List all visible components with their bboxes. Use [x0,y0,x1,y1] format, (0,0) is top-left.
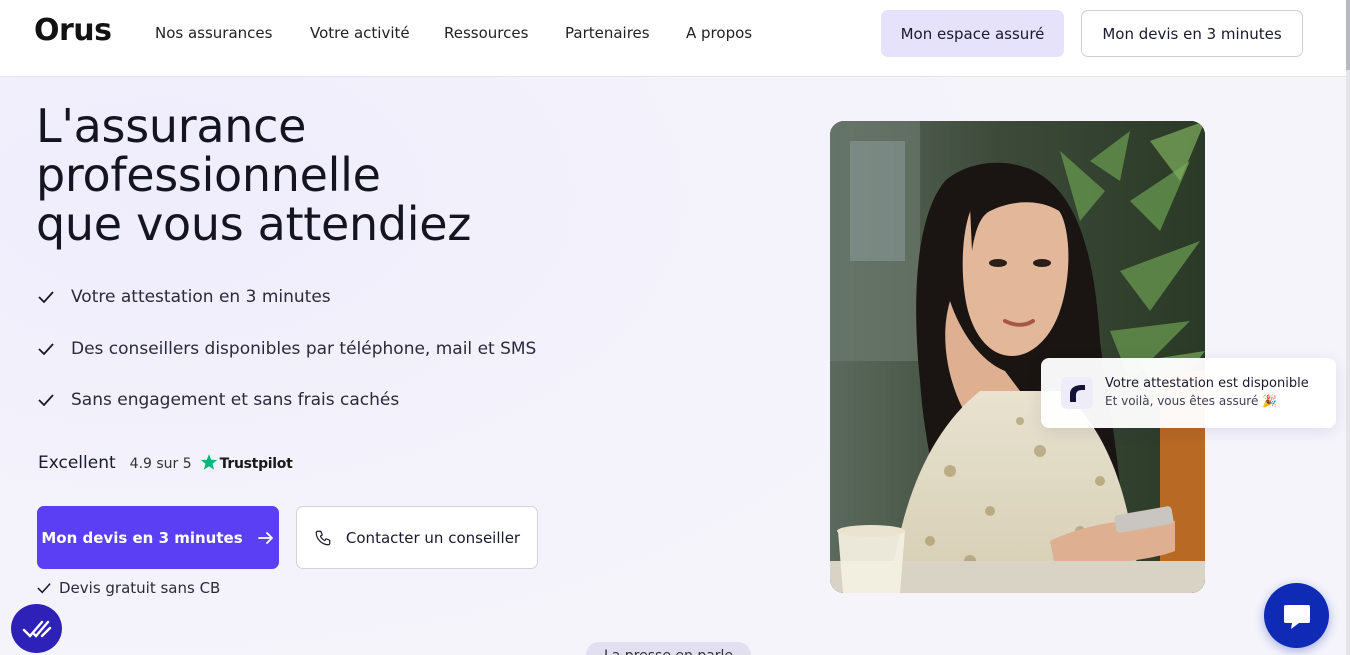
check-icon [37,583,51,594]
free-quote-note: Devis gratuit sans CB [37,579,220,597]
primary-quote-button[interactable]: Mon devis en 3 minutes [37,506,279,569]
nav-item-nos-assurances[interactable]: Nos assurances [155,24,272,42]
hero-photo [830,121,1205,593]
nav-item-ressources[interactable]: Ressources [444,24,528,42]
free-quote-label: Devis gratuit sans CB [59,579,221,597]
check-icon [36,390,56,410]
chat-icon [1283,604,1310,629]
trustpilot-name: Trustpilot [219,456,293,472]
hero-title-line: L'assurance [36,99,307,153]
primary-quote-label: Mon devis en 3 minutes [41,528,243,547]
contact-advisor-button[interactable]: Contacter un conseiller [296,506,538,569]
orus-logo-icon [1061,377,1093,409]
accessibility-badge[interactable] [11,604,62,653]
feature-item: Des conseillers disponibles par téléphon… [36,339,536,359]
toast-title: Votre attestation est disponible [1105,376,1309,391]
attestation-toast: Votre attestation est disponible Et voil… [1041,358,1336,428]
header-quote-button[interactable]: Mon devis en 3 minutes [1081,10,1303,57]
star-icon [200,454,217,470]
rating-label: Excellent [38,453,116,473]
scrollbar-thumb[interactable] [1346,0,1350,70]
nav-item-partenaires[interactable]: Partenaires [565,24,650,42]
feature-label: Sans engagement et sans frais cachés [71,390,400,410]
nav-item-a-propos[interactable]: A propos [686,24,752,42]
contact-advisor-label: Contacter un conseiller [345,528,521,547]
double-check-icon [22,620,51,638]
hero-title-line: que vous attendiez [36,197,472,251]
phone-icon [315,530,331,545]
trustpilot-rating[interactable]: Excellent 4.9 sur 5 Trustpilot [38,450,293,473]
orus-logo[interactable]: Orus [34,13,112,48]
press-pill[interactable]: La presse en parle [586,642,751,655]
check-icon [36,339,56,359]
page-scrollbar[interactable] [1346,0,1350,655]
nav-item-votre-activite[interactable]: Votre activité [310,24,410,42]
hero-title: L'assurance professionnelle que vous att… [36,102,596,249]
toast-subtitle: Et voilà, vous êtes assuré 🎉 [1105,394,1278,408]
woman-portrait-illustration [830,121,1205,593]
account-button[interactable]: Mon espace assuré [881,10,1064,57]
rating-score: 4.9 sur 5 [129,456,192,472]
check-icon [36,287,56,307]
feature-label: Votre attestation en 3 minutes [71,287,331,307]
arrow-right-icon [257,531,273,544]
feature-item: Votre attestation en 3 minutes [36,287,331,307]
hero-title-line: professionnelle [36,148,381,202]
feature-label: Des conseillers disponibles par téléphon… [71,339,537,359]
feature-item: Sans engagement et sans frais cachés [36,390,399,410]
chat-widget-button[interactable] [1264,583,1329,648]
site-header: Orus Nos assurances Votre activité Resso… [0,0,1350,77]
